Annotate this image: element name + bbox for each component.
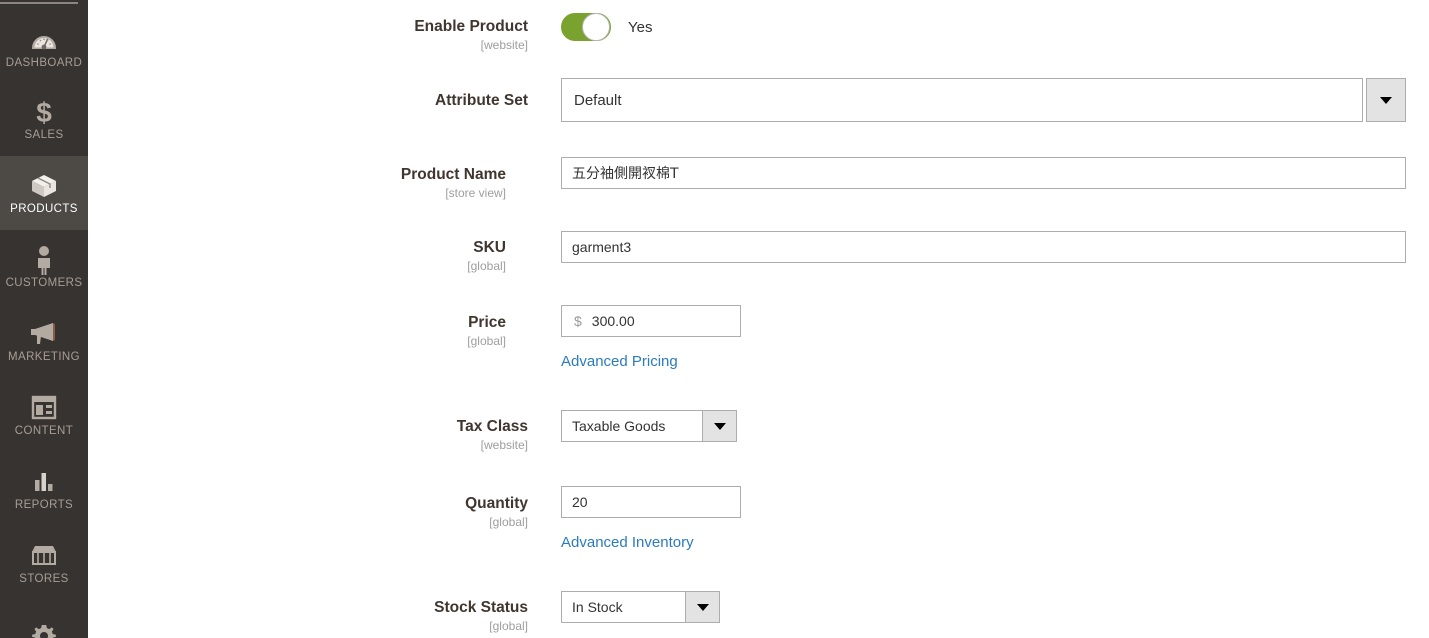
enable-product-label-block: Enable Product [website]: [414, 18, 528, 53]
dashboard-icon: [30, 25, 58, 55]
sidebar-item-marketing[interactable]: MARKETING: [0, 304, 88, 378]
megaphone-icon: [29, 319, 59, 349]
attribute-set-label: Attribute Set: [435, 92, 528, 109]
sidebar-item-label: STORES: [19, 572, 69, 585]
chevron-down-icon[interactable]: [702, 411, 736, 441]
sidebar-item-stores[interactable]: STORES: [0, 526, 88, 600]
enable-product-toggle-wrap: Yes: [561, 13, 652, 41]
sidebar-item-label: MARKETING: [8, 350, 80, 363]
quantity-scope: [global]: [489, 515, 528, 529]
toggle-knob: [582, 13, 610, 41]
sidebar-nav-list: DASHBOARD $ SALES PRODUCTS CUSTOMERS MAR…: [0, 12, 88, 638]
tax-class-select[interactable]: Taxable Goods: [561, 410, 737, 442]
product-name-label-block: Product Name [store view]: [401, 166, 506, 201]
storefront-icon: [29, 541, 59, 571]
enable-product-scope: [website]: [480, 38, 528, 52]
price-scope: [global]: [467, 334, 506, 348]
attribute-set-value[interactable]: Default: [561, 78, 1363, 122]
price-label-block: Price [global]: [467, 314, 506, 349]
sidebar-item-sales[interactable]: $ SALES: [0, 82, 88, 156]
sidebar-item-products[interactable]: PRODUCTS: [0, 156, 88, 230]
chevron-down-icon[interactable]: [685, 592, 719, 622]
advanced-inventory-link[interactable]: Advanced Inventory: [561, 534, 694, 551]
enable-product-toggle[interactable]: [561, 13, 611, 41]
product-name-scope: [store view]: [445, 186, 506, 200]
enable-product-value: Yes: [628, 18, 653, 36]
advanced-pricing-link[interactable]: Advanced Pricing: [561, 353, 678, 370]
admin-sidebar: DASHBOARD $ SALES PRODUCTS CUSTOMERS MAR…: [0, 0, 88, 638]
product-form: Enable Product [website] Yes Attribute S…: [88, 0, 1429, 638]
gear-icon: [30, 621, 58, 638]
product-name-label: Product Name: [400, 166, 506, 183]
sidebar-item-system[interactable]: [0, 600, 88, 638]
tax-class-value[interactable]: Taxable Goods: [562, 411, 702, 441]
stock-status-label: Stock Status: [434, 599, 528, 616]
sidebar-item-label: DASHBOARD: [5, 56, 83, 69]
stock-status-select[interactable]: In Stock: [561, 591, 720, 623]
attribute-set-label-block: Attribute Set: [435, 92, 528, 110]
bar-chart-icon: [31, 467, 57, 497]
price-input-group: $: [561, 305, 741, 337]
sidebar-item-label: REPORTS: [14, 498, 74, 511]
sku-input[interactable]: [561, 231, 1406, 263]
sidebar-item-label: CONTENT: [14, 424, 74, 437]
dollar-icon: $: [32, 97, 56, 127]
magento-product-edit-page: DASHBOARD $ SALES PRODUCTS CUSTOMERS MAR…: [0, 0, 1429, 638]
stock-status-label-block: Stock Status [global]: [434, 599, 528, 634]
sidebar-item-label: SALES: [24, 128, 64, 141]
layout-icon: [30, 393, 58, 423]
tax-class-label: Tax Class: [456, 418, 528, 435]
quantity-label: Quantity: [465, 495, 528, 512]
sidebar-divider: [0, 2, 78, 4]
stock-status-scope: [global]: [489, 619, 528, 633]
chevron-down-icon[interactable]: [1366, 78, 1406, 122]
quantity-label-block: Quantity [global]: [465, 495, 528, 530]
sidebar-item-dashboard[interactable]: DASHBOARD: [0, 12, 88, 82]
sku-label: SKU: [473, 239, 506, 256]
enable-product-label: Enable Product: [414, 18, 528, 35]
product-name-input[interactable]: [561, 157, 1406, 189]
price-input[interactable]: [585, 306, 740, 336]
sidebar-item-label: CUSTOMERS: [5, 276, 83, 289]
tax-class-scope: [website]: [480, 438, 528, 452]
sidebar-item-content[interactable]: CONTENT: [0, 378, 88, 452]
person-icon: [34, 245, 54, 275]
sku-scope: [global]: [467, 259, 506, 273]
attribute-set-select[interactable]: Default: [561, 78, 1406, 122]
currency-symbol: $: [574, 313, 582, 329]
sku-label-block: SKU [global]: [467, 239, 506, 274]
svg-text:$: $: [36, 97, 52, 127]
price-label: Price: [468, 314, 506, 331]
sidebar-item-customers[interactable]: CUSTOMERS: [0, 230, 88, 304]
tax-class-label-block: Tax Class [website]: [457, 418, 528, 453]
stock-status-value[interactable]: In Stock: [562, 592, 685, 622]
box-icon: [29, 171, 59, 201]
sidebar-item-reports[interactable]: REPORTS: [0, 452, 88, 526]
sidebar-item-label: PRODUCTS: [10, 202, 78, 215]
quantity-input[interactable]: [561, 486, 741, 518]
